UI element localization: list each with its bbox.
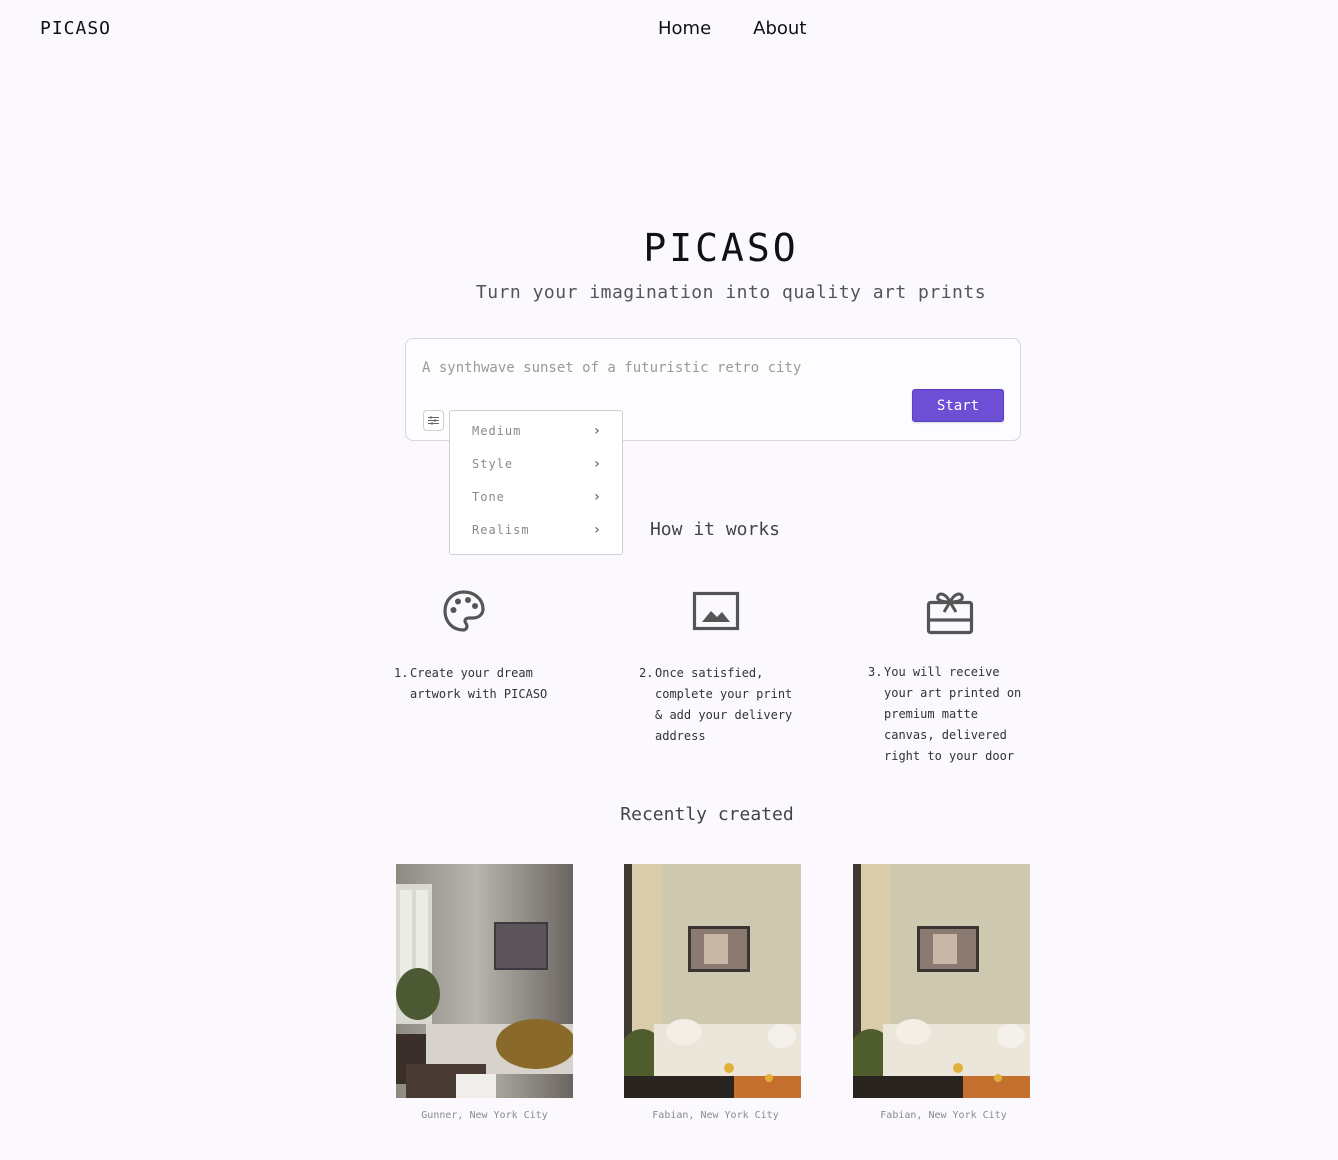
gallery-caption: Fabian, New York City: [880, 1110, 1007, 1121]
nav-home-link[interactable]: Home: [658, 18, 711, 39]
option-tone[interactable]: Tone ›: [450, 480, 622, 513]
step-number: 3.: [868, 665, 883, 679]
option-medium[interactable]: Medium ›: [450, 414, 622, 447]
step-1: 1. Create your dream artwork with PICASO: [394, 663, 554, 705]
option-label: Style: [472, 456, 514, 471]
option-realism[interactable]: Realism ›: [450, 513, 622, 546]
prompt-input[interactable]: [422, 357, 902, 379]
chevron-right-icon: ›: [592, 422, 602, 439]
step-number: 1.: [394, 666, 409, 680]
option-label: Tone: [472, 489, 505, 504]
how-it-works-title: How it works: [649, 519, 781, 540]
option-label: Realism: [472, 522, 530, 537]
recently-created-title: Recently created: [620, 804, 794, 825]
hero-title: PICASO: [643, 226, 799, 270]
options-toggle-button[interactable]: [423, 410, 444, 431]
chevron-right-icon: ›: [592, 488, 602, 505]
step-description: Once satisfied, complete your print & ad…: [655, 666, 793, 743]
step-2: 2. Once satisfied, complete your print &…: [639, 663, 799, 747]
step-3: 3. You will receive your art printed on …: [868, 662, 1028, 767]
step-description: Create your dream artwork with PICASO: [410, 666, 548, 701]
chevron-right-icon: ›: [592, 521, 602, 538]
chevron-right-icon: ›: [592, 455, 602, 472]
gallery-image[interactable]: [624, 864, 801, 1098]
sliders-icon: [428, 416, 439, 425]
step-number: 2.: [639, 666, 654, 680]
gallery-image[interactable]: [853, 864, 1030, 1098]
palette-icon: [442, 589, 486, 637]
start-button[interactable]: Start: [912, 389, 1004, 422]
option-label: Medium: [472, 423, 522, 438]
gift-card-icon: [926, 590, 974, 640]
options-dropdown: Medium › Style › Tone › Realism ›: [449, 410, 623, 555]
hero-subtitle: Turn your imagination into quality art p…: [475, 282, 987, 303]
main-nav: Home About: [658, 18, 806, 39]
gallery-caption: Fabian, New York City: [652, 1110, 779, 1121]
step-description: You will receive your art printed on pre…: [884, 665, 1022, 763]
gallery-caption: Gunner, New York City: [421, 1110, 548, 1121]
site-logo[interactable]: PICASO: [40, 18, 111, 39]
image-icon: [692, 590, 740, 636]
gallery-image[interactable]: [396, 864, 573, 1098]
nav-about-link[interactable]: About: [753, 18, 806, 39]
option-style[interactable]: Style ›: [450, 447, 622, 480]
